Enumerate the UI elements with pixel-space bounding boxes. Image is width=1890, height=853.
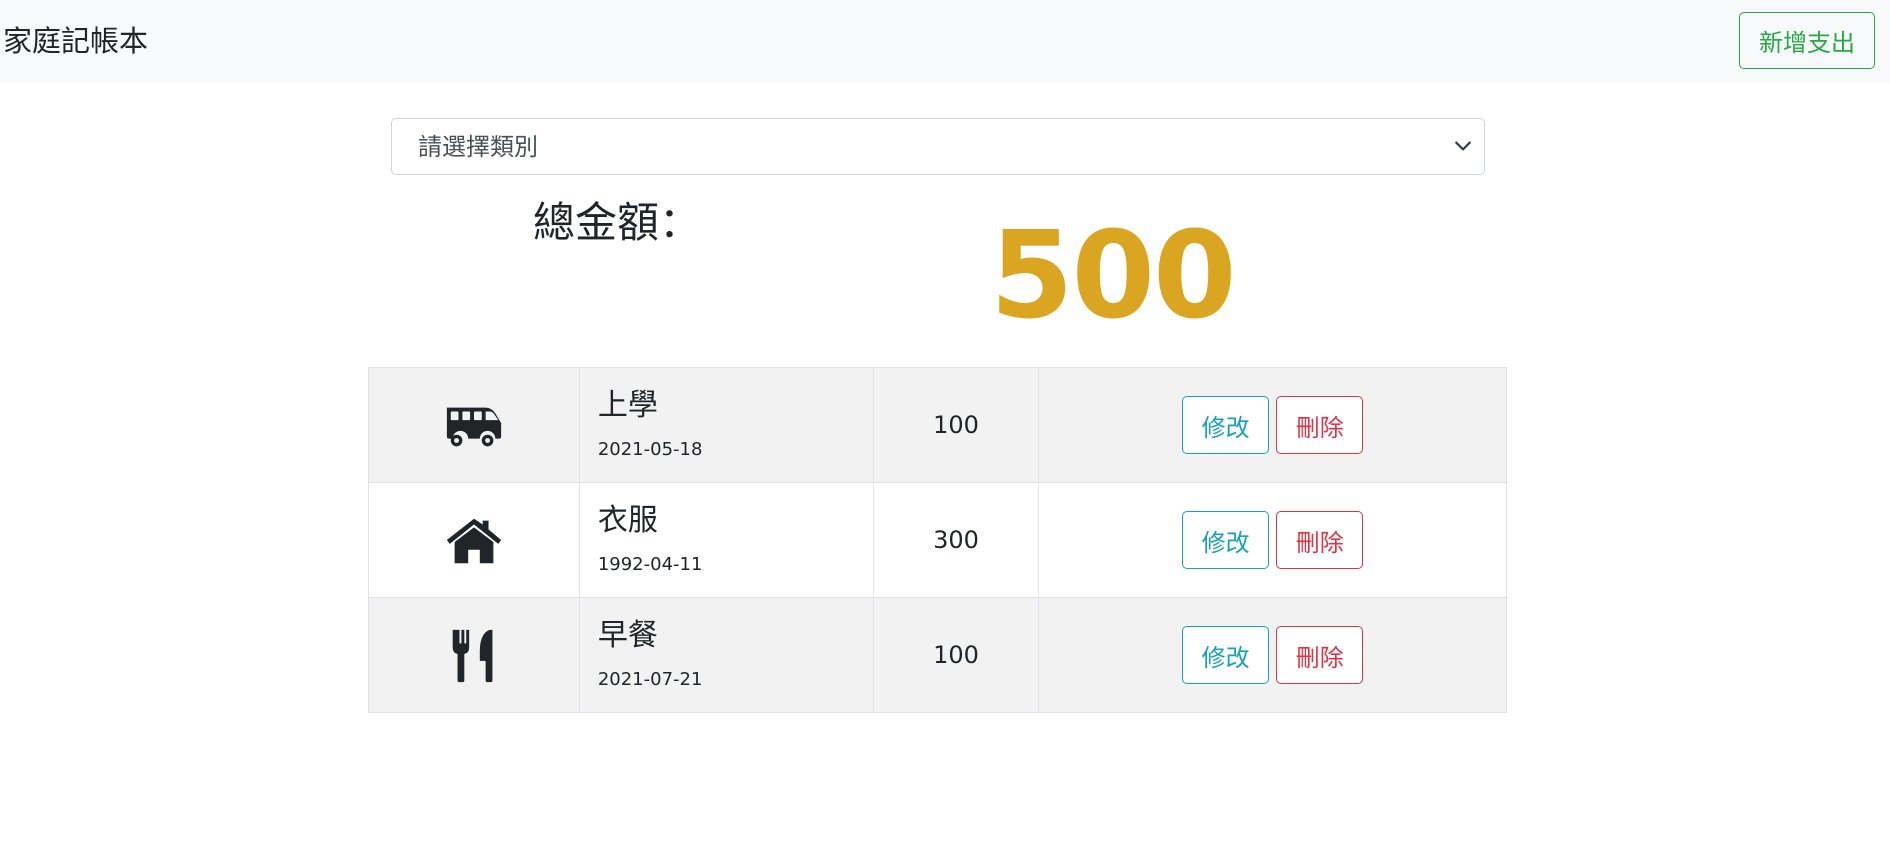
category-icon-cell [368, 597, 580, 713]
item-title: 早餐 [597, 618, 658, 653]
item-cell: 衣服 1992-04-11 [578, 482, 874, 598]
item-amount: 300 [872, 482, 1040, 598]
actions-cell: 修改 刪除 [1038, 367, 1507, 483]
category-select[interactable]: 請選擇類別 [391, 118, 1485, 175]
item-date: 2021-05-18 [597, 439, 703, 460]
actions-cell: 修改 刪除 [1038, 482, 1507, 598]
total-label: 總金額： [533, 198, 702, 247]
item-amount: 100 [872, 597, 1040, 713]
app-title[interactable]: 家庭記帳本 [3, 21, 148, 61]
edit-button[interactable]: 修改 [1182, 626, 1270, 684]
item-amount: 100 [872, 367, 1040, 483]
edit-button[interactable]: 修改 [1182, 511, 1270, 569]
navbar: 家庭記帳本 新增支出 [0, 0, 1890, 82]
expense-table: 上學 2021-05-18 100 修改 刪除 衣服 1992-04-11 30… [368, 367, 1507, 713]
add-expense-button[interactable]: 新增支出 [1739, 12, 1875, 69]
item-cell: 早餐 2021-07-21 [578, 597, 874, 713]
edit-button[interactable]: 修改 [1182, 396, 1270, 454]
item-date: 2021-07-21 [597, 669, 703, 690]
home-icon [446, 518, 502, 564]
actions-cell: 修改 刪除 [1038, 597, 1507, 713]
table-row: 衣服 1992-04-11 300 修改 刪除 [368, 482, 1507, 598]
item-date: 1992-04-11 [597, 554, 703, 575]
delete-button[interactable]: 刪除 [1276, 626, 1364, 684]
table-row: 早餐 2021-07-21 100 修改 刪除 [368, 597, 1507, 713]
item-title: 衣服 [597, 503, 658, 538]
chevron-down-icon [1455, 141, 1471, 151]
category-select-value: 請選擇類別 [418, 133, 538, 161]
item-title: 上學 [597, 388, 658, 423]
delete-button[interactable]: 刪除 [1276, 511, 1364, 569]
utensils-icon [452, 629, 493, 683]
table-row: 上學 2021-05-18 100 修改 刪除 [368, 367, 1507, 483]
category-icon-cell [368, 367, 580, 483]
category-icon-cell [368, 482, 580, 598]
bus-icon [446, 407, 502, 447]
item-cell: 上學 2021-05-18 [578, 367, 874, 483]
delete-button[interactable]: 刪除 [1276, 396, 1364, 454]
total-amount: 500 [990, 207, 1237, 346]
